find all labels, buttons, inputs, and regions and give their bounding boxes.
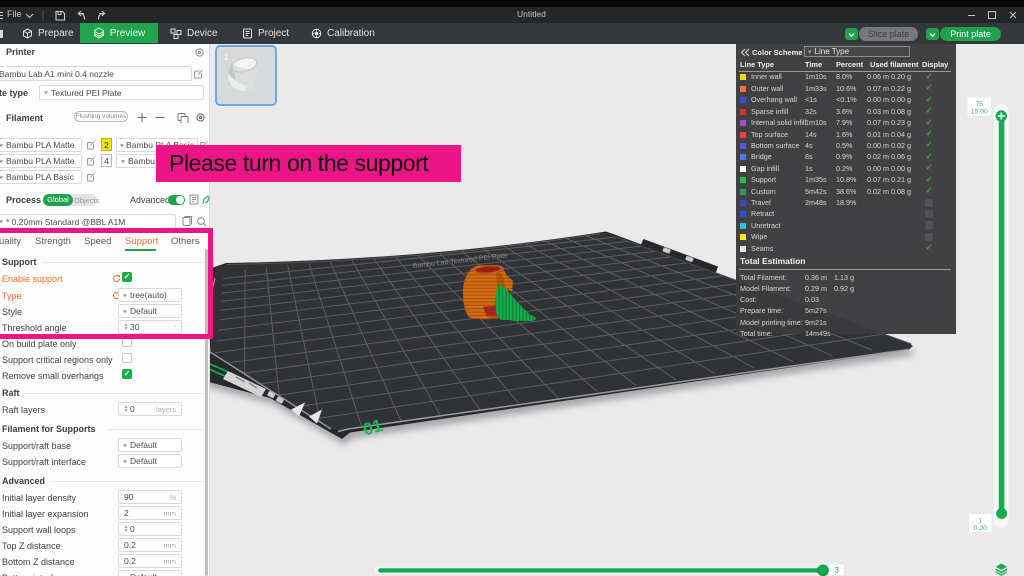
svg-text:1: 1 [978,518,982,525]
svg-text:3: 3 [835,566,840,575]
svg-text:1: 1 [224,53,229,62]
svg-text:0.20: 0.20 [974,525,987,532]
svg-text:15.00: 15.00 [971,109,988,116]
svg-text:75: 75 [976,101,984,108]
